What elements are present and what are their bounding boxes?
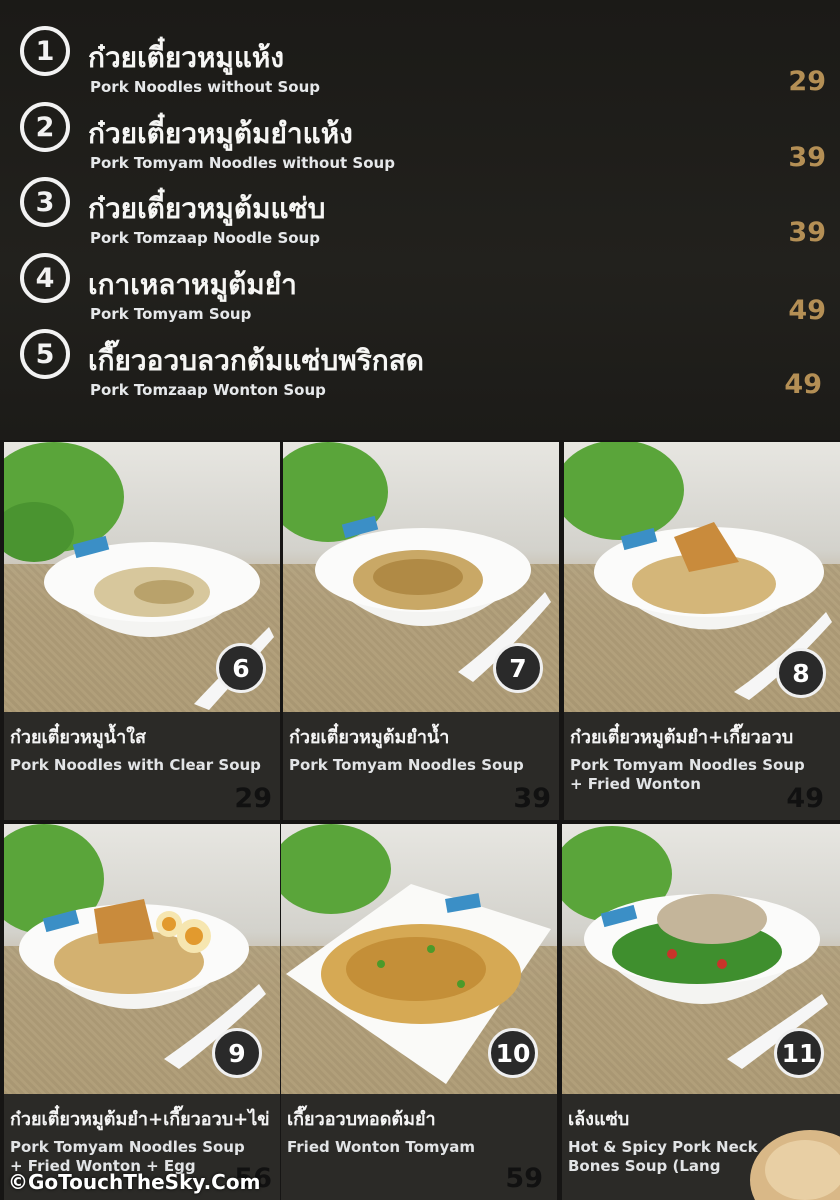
- dish-card-7: 7 ก๋วยเตี๋ยวหมูต้มยำน้ำ Pork Tomyam Nood…: [283, 442, 559, 820]
- item-price: 49: [784, 369, 822, 400]
- item-english-name: Pork Tomzaap Wonton Soup: [90, 381, 326, 399]
- dish-card-11: 11 เล้งแซ่บ Hot & Spicy Pork Neck Bones …: [562, 824, 840, 1200]
- dish-number-badge: 6: [216, 643, 266, 693]
- item-thai-name: ก๋วยเตี๋ยวหมูแห้ง: [88, 41, 285, 74]
- dish-number-badge: 11: [774, 1028, 824, 1078]
- menu-item-4: 4 เกาเหลาหมูต้มยำ Pork Tomyam Soup 49: [0, 253, 840, 328]
- item-number-badge: 4: [20, 253, 70, 303]
- item-english-name: Pork Noodles without Soup: [90, 78, 321, 96]
- menu-item-1: 1 ก๋วยเตี๋ยวหมูแห้ง Pork Noodles without…: [0, 26, 840, 101]
- dish-price: 49: [786, 783, 824, 814]
- dish-thai-name: เล้งแซ่บ: [568, 1109, 630, 1130]
- dish-photo: 11: [562, 824, 840, 1094]
- dish-card-9: 9 ก๋วยเตี๋ยวหมูต้มยำ+เกี๊ยวอวบ+ไข่ Pork …: [4, 824, 280, 1200]
- dish-number-badge: 8: [776, 648, 826, 698]
- dish-price: 29: [234, 783, 272, 814]
- dish-price: 39: [513, 783, 551, 814]
- dish-english-line-2: + Fried Wonton: [570, 775, 701, 793]
- dish-thai-name: เกี๊ยวอวบทอดต้มยำ: [287, 1109, 436, 1130]
- top-menu-board: 1 ก๋วยเตี๋ยวหมูแห้ง Pork Noodles without…: [0, 0, 840, 440]
- dish-thai-name: ก๋วยเตี๋ยวหมูต้มยำ+เกี๊ยวอวบ+ไข่: [10, 1109, 270, 1130]
- dish-number-badge: 7: [493, 643, 543, 693]
- item-number-badge: 5: [20, 329, 70, 379]
- item-price: 29: [788, 66, 826, 97]
- dish-photo: 10: [281, 824, 557, 1094]
- dish-photo-grid: 6 ก๋วยเตี๋ยวหมูน้ำใส Pork Noodles with C…: [0, 440, 840, 1200]
- dish-caption: เกี๊ยวอวบทอดต้มยำ Fried Wonton Tomyam 59: [281, 1094, 557, 1200]
- dish-photo: 8: [564, 442, 840, 712]
- item-thai-name: ก๋วยเตี๋ยวหมูต้มยำแห้ง: [88, 117, 353, 150]
- dish-english-name: Fried Wonton Tomyam: [287, 1138, 475, 1157]
- item-price: 39: [788, 217, 826, 248]
- dish-thai-name: ก๋วยเตี๋ยวหมูต้มยำ+เกี๊ยวอวบ: [570, 727, 794, 748]
- item-price: 39: [788, 142, 826, 173]
- dish-english-line-1: Pork Tomyam Noodles Soup: [10, 1138, 245, 1156]
- dish-card-10: 10 เกี๊ยวอวบทอดต้มยำ Fried Wonton Tomyam…: [281, 824, 557, 1200]
- dish-caption: ก๋วยเตี๋ยวหมูน้ำใส Pork Noodles with Cle…: [4, 712, 280, 820]
- item-number-badge: 3: [20, 177, 70, 227]
- menu-item-5: 5 เกี๊ยวอวบลวกต้มแซ่บพริกสด Pork Tomzaap…: [0, 329, 840, 404]
- dish-caption: ก๋วยเตี๋ยวหมูต้มยำน้ำ Pork Tomyam Noodle…: [283, 712, 559, 820]
- dish-price: 59: [505, 1163, 543, 1194]
- item-price: 49: [788, 295, 826, 326]
- menu-item-3: 3 ก๋วยเตี๋ยวหมูต้มแซ่บ Pork Tomzaap Nood…: [0, 177, 840, 252]
- dish-card-6: 6 ก๋วยเตี๋ยวหมูน้ำใส Pork Noodles with C…: [4, 442, 280, 820]
- item-english-name: Pork Tomyam Soup: [90, 305, 252, 323]
- dish-number-badge: 10: [488, 1028, 538, 1078]
- item-thai-name: ก๋วยเตี๋ยวหมูต้มแซ่บ: [88, 192, 326, 225]
- item-thai-name: เกาเหลาหมูต้มยำ: [88, 268, 297, 301]
- dish-caption: เล้งแซ่บ Hot & Spicy Pork Neck Bones Sou…: [562, 1094, 840, 1200]
- dish-english-line-1: Pork Tomyam Noodles Soup: [289, 756, 524, 774]
- dish-photo: 7: [283, 442, 559, 712]
- dish-english-line-1: Fried Wonton Tomyam: [287, 1138, 476, 1156]
- dish-thai-name: ก๋วยเตี๋ยวหมูต้มยำน้ำ: [289, 727, 450, 748]
- dish-number-badge: 9: [212, 1028, 262, 1078]
- dish-english-name: Pork Tomyam Noodles Soup: [289, 756, 524, 775]
- hand-reflection: [750, 1130, 840, 1200]
- dish-english-line-1: Pork Tomyam Noodles Soup: [570, 756, 805, 774]
- dish-thai-name: ก๋วยเตี๋ยวหมูน้ำใส: [10, 727, 146, 748]
- item-english-name: Pork Tomyam Noodles without Soup: [90, 154, 395, 172]
- dish-photo: 6: [4, 442, 280, 712]
- item-english-name: Pork Tomzaap Noodle Soup: [90, 229, 320, 247]
- dish-english-line-1: Pork Noodles with Clear Soup: [10, 756, 261, 774]
- item-number-badge: 2: [20, 102, 70, 152]
- dish-english-name: Pork Tomyam Noodles Soup + Fried Wonton: [570, 756, 805, 794]
- watermark-text: ©GoTouchTheSky.Com: [8, 1170, 261, 1194]
- dish-photo: 9: [4, 824, 280, 1094]
- dish-card-8: 8 ก๋วยเตี๋ยวหมูต้มยำ+เกี๊ยวอวบ Pork Tomy…: [564, 442, 840, 820]
- menu-item-2: 2 ก๋วยเตี๋ยวหมูต้มยำแห้ง Pork Tomyam Noo…: [0, 102, 840, 177]
- item-number-badge: 1: [20, 26, 70, 76]
- dish-english-name: Pork Noodles with Clear Soup: [10, 756, 261, 775]
- dish-caption: ก๋วยเตี๋ยวหมูต้มยำ+เกี๊ยวอวบ Pork Tomyam…: [564, 712, 840, 820]
- item-thai-name: เกี๊ยวอวบลวกต้มแซ่บพริกสด: [88, 344, 424, 377]
